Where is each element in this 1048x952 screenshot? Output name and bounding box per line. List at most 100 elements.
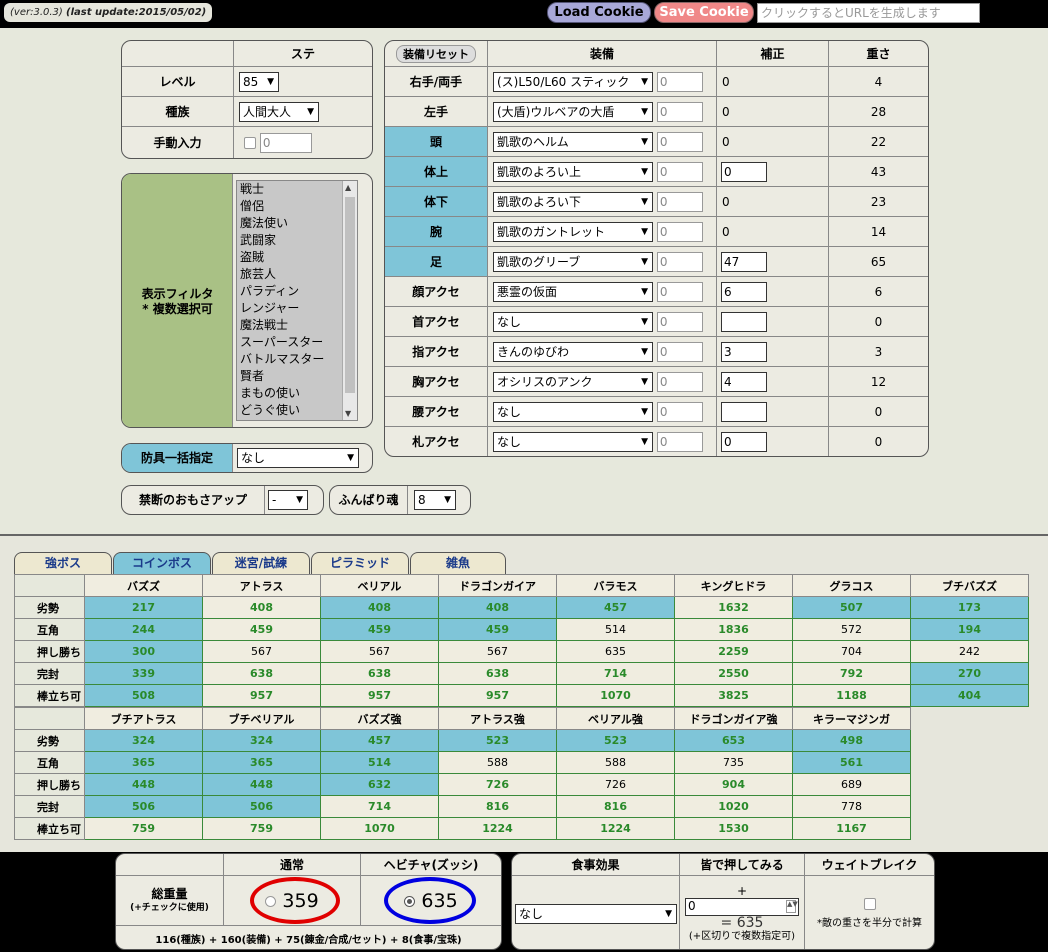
chevron-down-icon: ▼ <box>641 106 648 117</box>
boss-cell: 408 <box>202 596 321 619</box>
scroll-thumb[interactable] <box>345 197 355 393</box>
food-select[interactable]: なし ▼ <box>515 903 677 924</box>
vocation-filter-list[interactable]: 戦士 僧侶 魔法使い 武闘家 盗賊 旅芸人 パラディン レンジャー 魔法戦士 スーパースター バトル… <box>236 180 358 421</box>
load-cookie-button[interactable]: Load Cookie <box>547 2 651 23</box>
url-field[interactable]: クリックするとURLを生成します <box>757 3 980 23</box>
refine-input[interactable]: 0 <box>656 281 703 302</box>
refine-input[interactable]: 0 <box>656 131 703 152</box>
result-label: 押し勝ち <box>14 773 85 796</box>
filter-option[interactable]: 旅芸人 <box>237 266 357 283</box>
filter-option[interactable]: 魔法戦士 <box>237 317 357 334</box>
equip-select[interactable]: なし ▼ <box>493 431 653 452</box>
bonus-input[interactable]: 6 <box>721 281 767 302</box>
scroll-down-icon[interactable]: ▼ <box>345 409 351 418</box>
filter-option[interactable]: 僧侶 <box>237 198 357 215</box>
equip-select[interactable]: オシリスのアンク ▼ <box>493 371 653 392</box>
equip-select[interactable]: 凱歌のヘルム ▼ <box>493 131 653 152</box>
equip-select[interactable]: 凱歌のよろい上 ▼ <box>493 161 653 182</box>
refine-input[interactable]: 0 <box>656 341 703 362</box>
spinner-icon[interactable]: ▲▼ <box>786 899 798 913</box>
equip-select[interactable]: なし ▼ <box>493 401 653 422</box>
bonus-input[interactable] <box>721 401 767 422</box>
refine-input[interactable]: 0 <box>656 191 703 212</box>
bonus-input[interactable]: 4 <box>721 371 767 392</box>
forbidden-select[interactable]: - ▼ <box>268 490 308 510</box>
equip-reset-button[interactable]: 装備リセット <box>396 44 476 63</box>
filter-option[interactable]: パラディン <box>237 283 357 300</box>
equip-select[interactable]: (ス)L50/L60 スティック ▼ <box>493 71 653 92</box>
refine-input[interactable]: 0 <box>656 371 703 392</box>
refine-input[interactable]: 0 <box>656 71 703 92</box>
result-label: 押し勝ち <box>14 640 85 663</box>
boss-cell: 572 <box>792 618 911 641</box>
equip-select[interactable]: 凱歌のよろい下 ▼ <box>493 191 653 212</box>
tab-pyramid[interactable]: ピラミッド <box>311 552 409 574</box>
tab-dungeon[interactable]: 迷宮/試練 <box>212 552 310 574</box>
manual-checkbox[interactable] <box>244 136 256 149</box>
push-input[interactable]: 0 ▲▼ <box>685 897 799 916</box>
weight-break-header: ウェイトブレイク <box>804 854 934 876</box>
boss-cell: 514 <box>556 618 675 641</box>
tab-strong-boss[interactable]: 強ボス <box>14 552 112 574</box>
boss-cell: 507 <box>792 596 911 619</box>
filter-option[interactable]: どうぐ使い <box>237 402 357 419</box>
filter-option[interactable]: バトルマスター <box>237 351 357 368</box>
level-select[interactable]: 85 ▼ <box>239 71 279 92</box>
bonus-input[interactable]: 3 <box>721 341 767 362</box>
filter-scrollbar[interactable]: ▲ ▼ <box>342 181 357 420</box>
bonus-input[interactable]: 0 <box>721 161 767 182</box>
bonus-input[interactable]: 47 <box>721 251 767 272</box>
manual-label: 手動入力 <box>122 126 234 158</box>
tab-mobs[interactable]: 雑魚 <box>410 552 506 574</box>
bonus-value: 0 <box>722 194 730 209</box>
equip-select[interactable]: なし ▼ <box>493 311 653 332</box>
refine-input[interactable]: 0 <box>656 311 703 332</box>
armor-bulk-select[interactable]: なし ▼ <box>237 448 359 468</box>
tab-coin-boss[interactable]: コインボス <box>113 552 211 574</box>
filter-option[interactable]: まもの使い <box>237 385 357 402</box>
filter-option[interactable]: 賢者 <box>237 368 357 385</box>
boss-cell: 1632 <box>674 596 793 619</box>
result-label: 劣勢 <box>14 729 85 752</box>
filter-option[interactable]: スーパースター <box>237 334 357 351</box>
race-select[interactable]: 人間大人 ▼ <box>239 101 319 122</box>
bonus-input[interactable] <box>721 311 767 332</box>
refine-input[interactable]: 0 <box>656 101 703 122</box>
boss-cell: 324 <box>202 729 321 752</box>
chevron-down-icon: ▼ <box>641 436 648 447</box>
equip-row: 足凱歌のグリーブ ▼ 0 47 65 <box>385 246 928 277</box>
refine-input[interactable]: 0 <box>656 251 703 272</box>
filter-option[interactable]: 戦士 <box>237 181 357 198</box>
refine-input[interactable]: 0 <box>656 431 703 452</box>
bonus-input[interactable]: 0 <box>721 431 767 452</box>
chevron-down-icon: ▼ <box>641 226 648 237</box>
slot-label: 足 <box>385 246 488 277</box>
manual-input[interactable]: 0 <box>259 132 312 153</box>
equip-select[interactable]: (大盾)ウルベアの大盾 ▼ <box>493 101 653 122</box>
boss-cell: 689 <box>792 773 911 796</box>
filter-option[interactable]: レンジャー <box>237 300 357 317</box>
boss-cell: 904 <box>674 773 793 796</box>
boss-cell: 1836 <box>674 618 793 641</box>
equip-select[interactable]: 凱歌のガントレット ▼ <box>493 221 653 242</box>
equip-select[interactable]: 凱歌のグリーブ ▼ <box>493 251 653 272</box>
refine-input[interactable]: 0 <box>656 401 703 422</box>
slot-label: 胸アクセ <box>385 366 488 397</box>
boss-cell: 714 <box>556 662 675 685</box>
boss-cell: 300 <box>84 640 203 663</box>
equip-select[interactable]: 悪霊の仮面 ▼ <box>493 281 653 302</box>
scroll-up-icon[interactable]: ▲ <box>345 183 351 192</box>
slot-label: 体下 <box>385 186 488 217</box>
slot-label: 顔アクセ <box>385 276 488 307</box>
refine-input[interactable]: 0 <box>656 221 703 242</box>
filter-option[interactable]: 盗賊 <box>237 249 357 266</box>
equip-select[interactable]: きんのゆびわ ▼ <box>493 341 653 362</box>
boss-cell: 408 <box>438 596 557 619</box>
filter-option[interactable]: 魔法使い <box>237 215 357 232</box>
save-cookie-button[interactable]: Save Cookie <box>654 2 754 23</box>
funbari-panel: ふんばり魂 8 ▼ <box>329 485 471 515</box>
funbari-select[interactable]: 8 ▼ <box>414 490 456 510</box>
filter-option[interactable]: 武闘家 <box>237 232 357 249</box>
refine-input[interactable]: 0 <box>656 161 703 182</box>
weight-break-checkbox[interactable] <box>863 898 876 910</box>
